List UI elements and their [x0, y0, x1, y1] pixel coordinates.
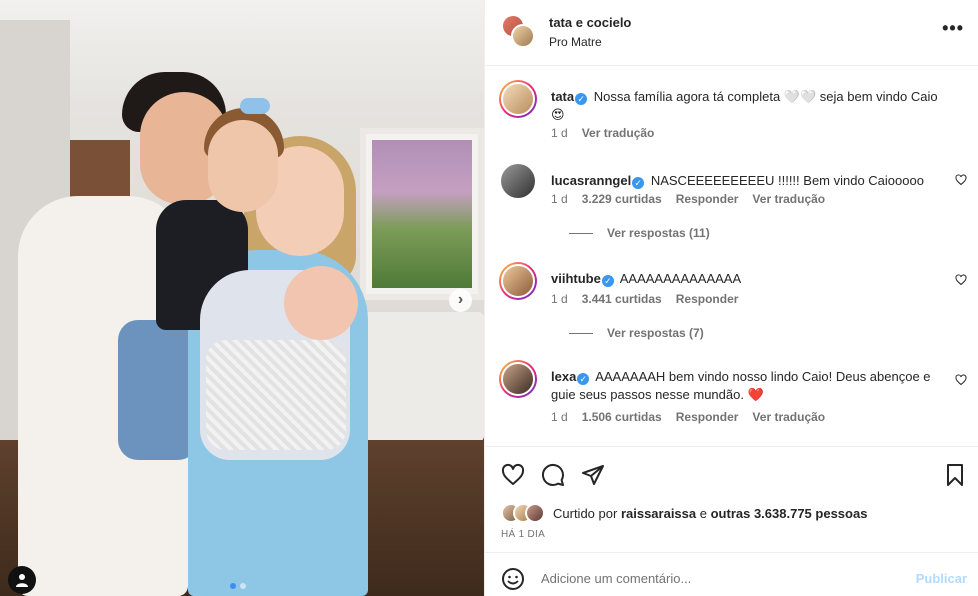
comment-meta: 1 d 1.506 curtidas Responder Ver traduçã… — [551, 410, 825, 424]
reply-button[interactable]: Responder — [676, 192, 739, 206]
verified-badge-icon: ✓ — [632, 177, 645, 189]
comment-text: Nossa família agora tá completa 🤍🤍 seja … — [551, 89, 938, 122]
save-bookmark-icon[interactable] — [943, 463, 967, 487]
comment-time[interactable]: 1 d — [551, 192, 568, 206]
publish-button[interactable]: Publicar — [916, 571, 967, 586]
comment-time[interactable]: 1 d — [551, 292, 568, 306]
add-comment-bar: Publicar — [485, 552, 978, 596]
comment-time[interactable]: 1 d — [551, 410, 568, 424]
view-replies-label: Ver respostas (7) — [607, 326, 704, 340]
avatar[interactable] — [501, 164, 535, 198]
comment-time[interactable]: 1 d — [551, 126, 568, 140]
comment-likes[interactable]: 1.506 curtidas — [582, 410, 662, 424]
post-photo[interactable]: › — [0, 0, 484, 596]
photo-baby-blanket — [206, 340, 346, 450]
translate-link[interactable]: Ver tradução — [752, 410, 825, 424]
photo-girl-face — [208, 120, 278, 212]
post-sidebar: tata e cocielo Pro Matre ••• tata ✓ Nossa… — [484, 0, 978, 596]
carousel-dot-2 — [240, 583, 246, 589]
likes-summary: Curtido por raissaraissa e outras 3.638.… — [501, 503, 867, 523]
like-comment-heart-icon[interactable] — [955, 274, 967, 286]
verified-badge-icon: ✓ — [601, 275, 614, 287]
user-icon — [16, 574, 28, 587]
emoji-icon[interactable] — [501, 567, 525, 591]
post-actions: Curtido por raissaraissa e outras 3.638.… — [485, 446, 978, 552]
photo-sofa — [358, 312, 484, 442]
like-heart-icon[interactable] — [501, 463, 525, 487]
likes-prefix: Curtido por — [553, 505, 618, 521]
comment-meta: 1 d 3.229 curtidas Responder Ver traduçã… — [551, 192, 825, 206]
more-options-icon[interactable]: ••• — [942, 18, 964, 39]
avatar[interactable] — [499, 360, 537, 398]
likes-conjunction: e — [699, 505, 707, 521]
photo-painting — [360, 128, 484, 300]
post-timestamp[interactable]: HÁ 1 DIA — [501, 529, 545, 540]
comment-username[interactable]: tata — [551, 89, 574, 104]
carousel-dots — [230, 583, 246, 589]
comment-text: AAAAAAAAAAAAAA — [619, 271, 742, 286]
like-comment-heart-icon[interactable] — [955, 174, 967, 186]
view-replies-button[interactable]: Ver respostas (7) — [569, 326, 704, 340]
carousel-next-button[interactable]: › — [449, 289, 472, 312]
liker-username[interactable]: raissaraissa — [621, 506, 696, 521]
comment-input[interactable] — [541, 565, 901, 591]
share-paper-plane-icon[interactable] — [581, 463, 605, 487]
comment-likes[interactable]: 3.441 curtidas — [582, 292, 662, 306]
carousel-dot-1 — [230, 583, 236, 589]
view-replies-label: Ver respostas (11) — [607, 226, 710, 240]
avatar[interactable] — [499, 80, 537, 118]
divider — [569, 232, 593, 234]
comment-bubble-icon[interactable] — [541, 463, 565, 487]
divider — [569, 332, 593, 334]
photo-girl-legs — [118, 320, 198, 460]
tagged-users-button[interactable] — [8, 566, 36, 594]
reply-button[interactable]: Responder — [676, 410, 739, 424]
avatar[interactable] — [499, 262, 537, 300]
photo-hair-bow — [240, 98, 270, 114]
owner-username[interactable]: tata e cocielo — [549, 15, 631, 30]
comment-username[interactable]: lexa — [551, 369, 576, 384]
comment-username[interactable]: lucasranngel — [551, 173, 631, 188]
owner-avatar[interactable] — [501, 14, 537, 50]
comment-meta: 1 d 3.441 curtidas Responder — [551, 292, 738, 306]
view-replies-button[interactable]: Ver respostas (11) — [569, 226, 710, 240]
comment-text: NASCEEEEEEEEEU !!!!!! Bem vindo Caiooooo — [650, 173, 924, 188]
comment-meta: 1 d Ver tradução — [551, 126, 654, 140]
likes-count[interactable]: outras 3.638.775 pessoas — [711, 506, 868, 521]
post-location[interactable]: Pro Matre — [549, 35, 602, 49]
verified-badge-icon: ✓ — [577, 373, 590, 385]
comments-list: tata ✓ Nossa família agora tá completa 🤍🤍… — [485, 66, 978, 446]
comment-text: AAAAAAAH bem vindo nosso lindo Caio! Deu… — [551, 369, 931, 402]
comment-likes[interactable]: 3.229 curtidas — [582, 192, 662, 206]
photo-baby-face — [284, 266, 358, 340]
photo-ceiling — [0, 0, 484, 95]
liker-avatar — [525, 503, 545, 523]
translate-link[interactable]: Ver tradução — [752, 192, 825, 206]
verified-badge-icon: ✓ — [575, 93, 588, 105]
comment-username[interactable]: viihtube — [551, 271, 601, 286]
like-comment-heart-icon[interactable] — [955, 374, 967, 386]
post-header: tata e cocielo Pro Matre ••• — [485, 0, 978, 66]
translate-link[interactable]: Ver tradução — [582, 126, 655, 140]
reply-button[interactable]: Responder — [676, 292, 739, 306]
